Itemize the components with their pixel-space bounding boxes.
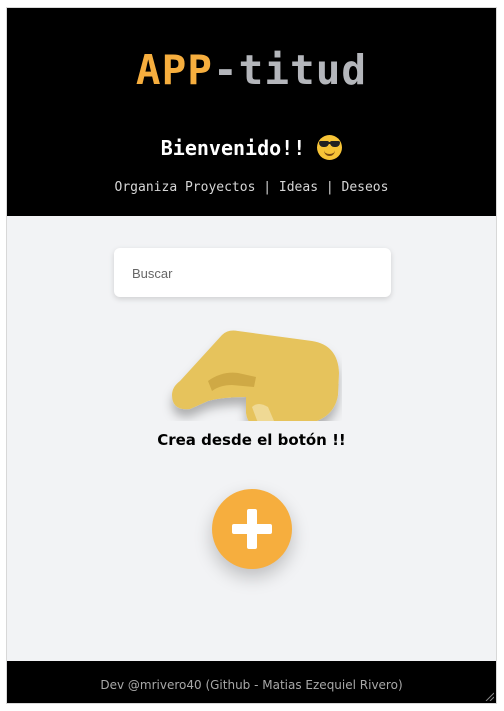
sunglasses-emoji-icon (317, 135, 343, 160)
resize-grip-icon[interactable] (484, 691, 494, 701)
app-logo: APP-titud (7, 46, 496, 94)
app-header: APP-titud Bienvenido!! Organiza Proyecto… (7, 8, 496, 216)
add-button[interactable] (212, 489, 292, 569)
app-frame: APP-titud Bienvenido!! Organiza Proyecto… (7, 8, 496, 703)
logo-part-titud: -titud (212, 46, 368, 94)
pointing-hand-icon (172, 330, 339, 421)
create-hint-text: Crea desde el botón !! (157, 431, 346, 449)
search-input[interactable] (130, 248, 374, 299)
search-box[interactable] (114, 248, 391, 299)
footer-credit: Dev @mrivero40 (Github - Matias Ezequiel… (100, 678, 403, 692)
logo-part-app: APP (135, 46, 213, 94)
welcome-heading: Bienvenido!! (7, 134, 496, 162)
footer: Dev @mrivero40 (Github - Matias Ezequiel… (7, 661, 496, 703)
tagline: Organiza Proyectos | Ideas | Deseos (114, 180, 389, 195)
welcome-text: Bienvenido!! (160, 136, 306, 160)
